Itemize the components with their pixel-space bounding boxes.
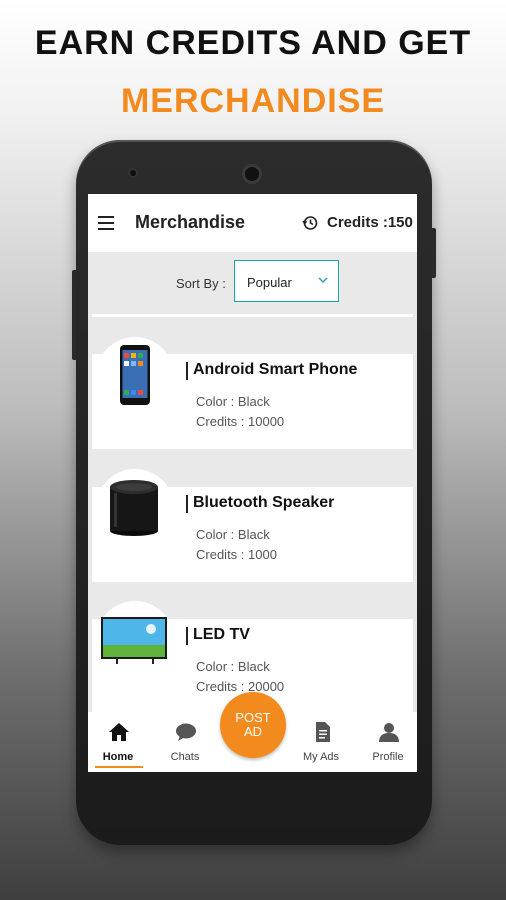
speaker-image bbox=[96, 469, 174, 547]
phone-frame: Merchandise Credits :150 Sort By : Popul… bbox=[72, 140, 436, 845]
post-ad-label-line2: AD bbox=[243, 724, 263, 739]
nav-my-ads[interactable]: My Ads bbox=[293, 712, 349, 772]
chat-bubble-icon bbox=[176, 723, 196, 741]
nav-my-ads-label: My Ads bbox=[302, 751, 340, 763]
history-icon[interactable] bbox=[302, 215, 318, 231]
sensor bbox=[364, 170, 370, 176]
tv-image bbox=[96, 601, 174, 679]
app-bar: Merchandise Credits :150 bbox=[88, 194, 417, 252]
nav-home[interactable]: Home bbox=[90, 712, 146, 772]
page-title: Merchandise bbox=[135, 212, 246, 232]
nav-chats-label: Chats bbox=[170, 751, 200, 763]
item-credits: Credits : 1000 bbox=[196, 547, 277, 562]
active-tab-indicator bbox=[95, 766, 143, 768]
front-camera bbox=[128, 168, 138, 178]
volume-button bbox=[72, 270, 76, 360]
item-color: Color : Black bbox=[196, 659, 270, 674]
nav-chats[interactable]: Chats bbox=[157, 712, 213, 772]
credits-balance: Credits :150 bbox=[327, 214, 413, 231]
item-name: Android Smart Phone bbox=[193, 361, 358, 378]
sort-selected-value: Popular bbox=[247, 275, 292, 290]
hamburger-menu-icon[interactable] bbox=[98, 216, 114, 230]
sensor bbox=[376, 170, 382, 176]
promo-highlight: MERCHANDISE bbox=[120, 82, 386, 120]
item-color: Color : Black bbox=[196, 527, 270, 542]
nav-profile[interactable]: Profile bbox=[360, 712, 416, 772]
promo-headline: EARN CREDITS AND GET bbox=[34, 24, 472, 62]
title-accent-bar bbox=[186, 495, 188, 513]
title-accent-bar bbox=[186, 627, 188, 645]
home-icon bbox=[109, 723, 129, 741]
title-accent-bar bbox=[186, 362, 188, 380]
item-credits: Credits : 20000 bbox=[196, 679, 285, 694]
nav-profile-label: Profile bbox=[372, 751, 404, 763]
item-name: Bluetooth Speaker bbox=[193, 494, 335, 511]
divider bbox=[92, 314, 413, 317]
sort-dropdown[interactable]: Popular bbox=[234, 260, 339, 302]
person-icon bbox=[379, 723, 399, 742]
item-credits: Credits : 10000 bbox=[196, 414, 285, 429]
post-ad-label-line1: POST bbox=[235, 710, 271, 725]
sort-label: Sort By : bbox=[176, 276, 226, 291]
power-button bbox=[432, 228, 436, 278]
sort-bar: Sort By : Popular bbox=[88, 252, 417, 316]
smartphone-image bbox=[96, 337, 174, 415]
item-name: LED TV bbox=[193, 626, 250, 643]
nav-home-label: Home bbox=[102, 751, 134, 763]
item-color: Color : Black bbox=[196, 394, 270, 409]
earpiece bbox=[242, 164, 262, 184]
app-screen: Merchandise Credits :150 Sort By : Popul… bbox=[88, 194, 417, 772]
chevron-down-icon bbox=[318, 277, 328, 283]
document-icon bbox=[316, 722, 330, 742]
post-ad-button[interactable]: POST AD bbox=[220, 692, 286, 758]
